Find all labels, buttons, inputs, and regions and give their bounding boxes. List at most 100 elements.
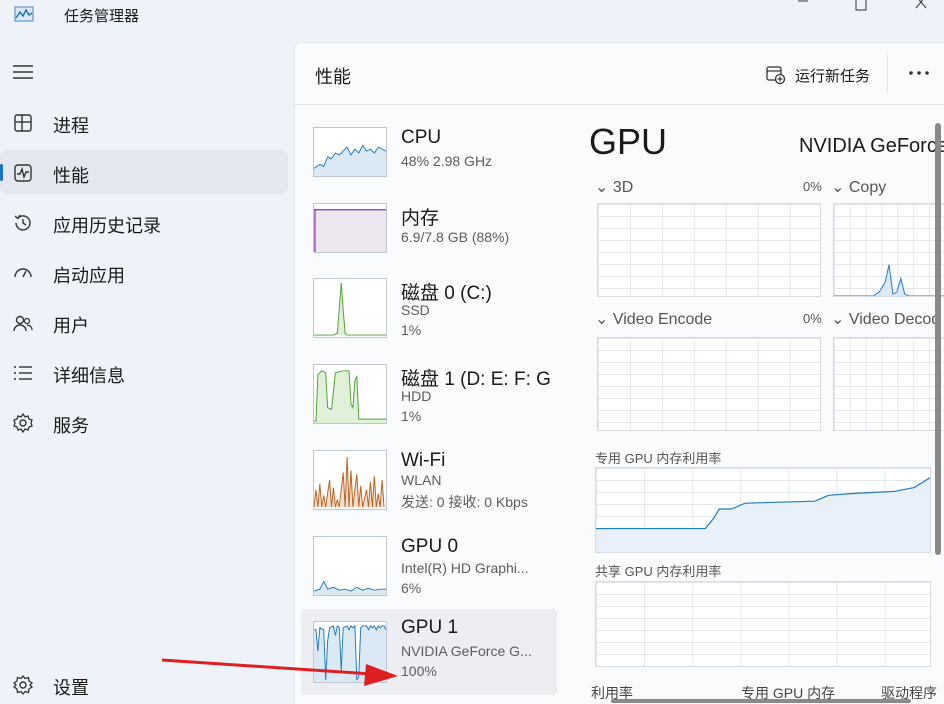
- hamburger-menu-icon[interactable]: [12, 64, 34, 80]
- device-name: GPU 0: [401, 536, 459, 557]
- device-detail: 1%: [401, 408, 422, 424]
- wifi-mini-graph: [313, 450, 387, 510]
- sidebar-item-label: 启动应用: [53, 266, 125, 286]
- minimize-icon: [798, 0, 808, 2]
- device-item-wifi[interactable]: Wi-Fi WLAN 发送: 0 接收: 0 Kbps: [301, 442, 557, 528]
- users-icon: [13, 315, 33, 332]
- sidebar-item-label: 性能: [53, 166, 89, 186]
- device-detail: 6.9/7.8 GB (88%): [401, 229, 510, 245]
- device-detail: WLAN: [401, 472, 442, 488]
- device-name: Wi-Fi: [401, 450, 446, 471]
- engine-label-text: Copy: [848, 179, 887, 196]
- device-detail: 48% 2.98 GHz: [401, 153, 493, 169]
- maximize-icon: [855, 0, 867, 11]
- run-new-task-icon: [766, 66, 786, 85]
- engine-video-encode-selector[interactable]: ⌄ Video Encode: [595, 309, 712, 329]
- device-detail: 6%: [401, 580, 422, 596]
- sidebar-item-startup-apps[interactable]: 启动应用: [0, 250, 288, 294]
- engine-label-text: Video Encode: [612, 311, 713, 328]
- engine-3d-graph: [597, 203, 821, 297]
- sidebar-item-label: 用户: [53, 316, 89, 336]
- engine-copy-graph: [833, 203, 944, 297]
- sidebar: 进程 性能 应用历史记录 启动应用 用户 详细信息 服务 设置: [0, 48, 294, 704]
- horizontal-scrollbar[interactable]: [611, 699, 911, 703]
- services-icon: [13, 412, 33, 434]
- memory-mini-graph: [313, 203, 387, 253]
- device-detail: 发送: 0 接收: 0 Kbps: [401, 494, 528, 510]
- device-detail: Intel(R) HD Graphi...: [401, 560, 529, 576]
- page-title: 性能: [315, 67, 351, 87]
- sidebar-item-services[interactable]: 服务: [0, 400, 288, 444]
- device-item-disk-1[interactable]: 磁盘 1 (D: E: F: G HDD 1%: [301, 356, 557, 442]
- device-detail: SSD: [401, 302, 430, 318]
- device-name: 内存: [401, 208, 440, 229]
- vertical-scrollbar[interactable]: [935, 123, 941, 555]
- chevron-down-icon: ⌄: [831, 311, 845, 328]
- device-item-gpu-0[interactable]: GPU 0 Intel(R) HD Graphi... 6%: [301, 528, 557, 614]
- engine-3d-percent: 0%: [803, 179, 822, 194]
- main-header: 性能 运行新任务: [295, 43, 944, 105]
- engine-label-text: Video Decode: [848, 311, 941, 328]
- sidebar-item-processes[interactable]: 进程: [0, 100, 288, 144]
- device-detail: 100%: [401, 663, 437, 679]
- startup-apps-icon: [14, 268, 32, 278]
- close-icon: [915, 0, 927, 9]
- more-options-icon[interactable]: [907, 63, 931, 83]
- sidebar-item-details[interactable]: 详细信息: [0, 350, 288, 394]
- device-detail: NVIDIA GeForce G...: [401, 643, 532, 659]
- device-item-memory[interactable]: 内存 6.9/7.8 GB (88%): [301, 195, 557, 281]
- sidebar-item-label: 详细信息: [53, 366, 125, 386]
- engine-3d-selector[interactable]: ⌄ 3D: [595, 177, 633, 197]
- engine-video-decode-selector[interactable]: ⌄ Video Decode: [831, 309, 941, 329]
- details-icon: [14, 366, 32, 380]
- title-bar: 任务管理器: [0, 0, 944, 32]
- minimize-button[interactable]: [780, 0, 826, 14]
- app-history-icon: [14, 214, 31, 231]
- device-item-gpu-1[interactable]: GPU 1 NVIDIA GeForce G... 100%: [301, 609, 557, 695]
- main-panel: 性能 运行新任务 CPU 48% 2.98 GHz 内存 6.9/7.8 GB …: [294, 42, 944, 704]
- engine-video-encode-graph: [597, 337, 821, 431]
- sidebar-item-app-history[interactable]: 应用历史记录: [0, 200, 288, 244]
- device-detail: HDD: [401, 388, 432, 404]
- close-button[interactable]: [898, 0, 944, 14]
- engine-video-decode-graph: [833, 337, 944, 431]
- maximize-button[interactable]: [838, 0, 884, 14]
- run-new-task-label: 运行新任务: [795, 67, 871, 85]
- dedicated-memory-graph: [595, 467, 931, 553]
- settings-gear-icon: [12, 674, 34, 696]
- device-name: GPU 1: [401, 617, 459, 638]
- sidebar-item-label: 设置: [53, 678, 89, 698]
- dedicated-memory-label: 专用 GPU 内存利用率: [595, 451, 722, 466]
- sidebar-item-label: 进程: [53, 116, 89, 136]
- sidebar-item-performance[interactable]: 性能: [0, 150, 288, 194]
- chevron-down-icon: ⌄: [831, 179, 845, 196]
- sidebar-item-label: 应用历史记录: [53, 216, 161, 236]
- processes-icon: [14, 114, 32, 132]
- app-title: 任务管理器: [64, 8, 140, 25]
- disk0-mini-graph: [313, 278, 387, 338]
- cpu-mini-graph: [313, 127, 387, 177]
- sidebar-item-settings[interactable]: 设置: [0, 662, 288, 704]
- sidebar-item-users[interactable]: 用户: [0, 300, 288, 344]
- device-item-cpu[interactable]: CPU 48% 2.98 GHz: [301, 119, 557, 205]
- shared-memory-label: 共享 GPU 内存利用率: [595, 564, 722, 579]
- device-item-disk-0[interactable]: 磁盘 0 (C:) SSD 1%: [301, 270, 557, 356]
- gpu-detail-title: GPU: [589, 121, 668, 162]
- gpu1-mini-graph: [313, 621, 387, 683]
- device-name: CPU: [401, 127, 442, 148]
- device-detail: 1%: [401, 322, 422, 338]
- device-name: 磁盘 0 (C:): [401, 283, 492, 304]
- disk1-mini-graph: [313, 364, 387, 424]
- gpu-model-name: NVIDIA GeForce: [799, 135, 944, 157]
- shared-memory-graph: [595, 581, 931, 667]
- run-new-task-button[interactable]: 运行新任务: [765, 63, 870, 87]
- device-name: 磁盘 1 (D: E: F: G: [401, 369, 551, 390]
- chevron-down-icon: ⌄: [595, 179, 609, 196]
- engine-video-encode-percent: 0%: [803, 311, 822, 326]
- header-separator: [887, 55, 888, 93]
- engine-copy-selector[interactable]: ⌄ Copy: [831, 177, 941, 197]
- chevron-down-icon: ⌄: [595, 311, 609, 328]
- task-manager-icon: [14, 6, 34, 22]
- gpu0-mini-graph: [313, 536, 387, 596]
- engine-label-text: 3D: [612, 179, 634, 196]
